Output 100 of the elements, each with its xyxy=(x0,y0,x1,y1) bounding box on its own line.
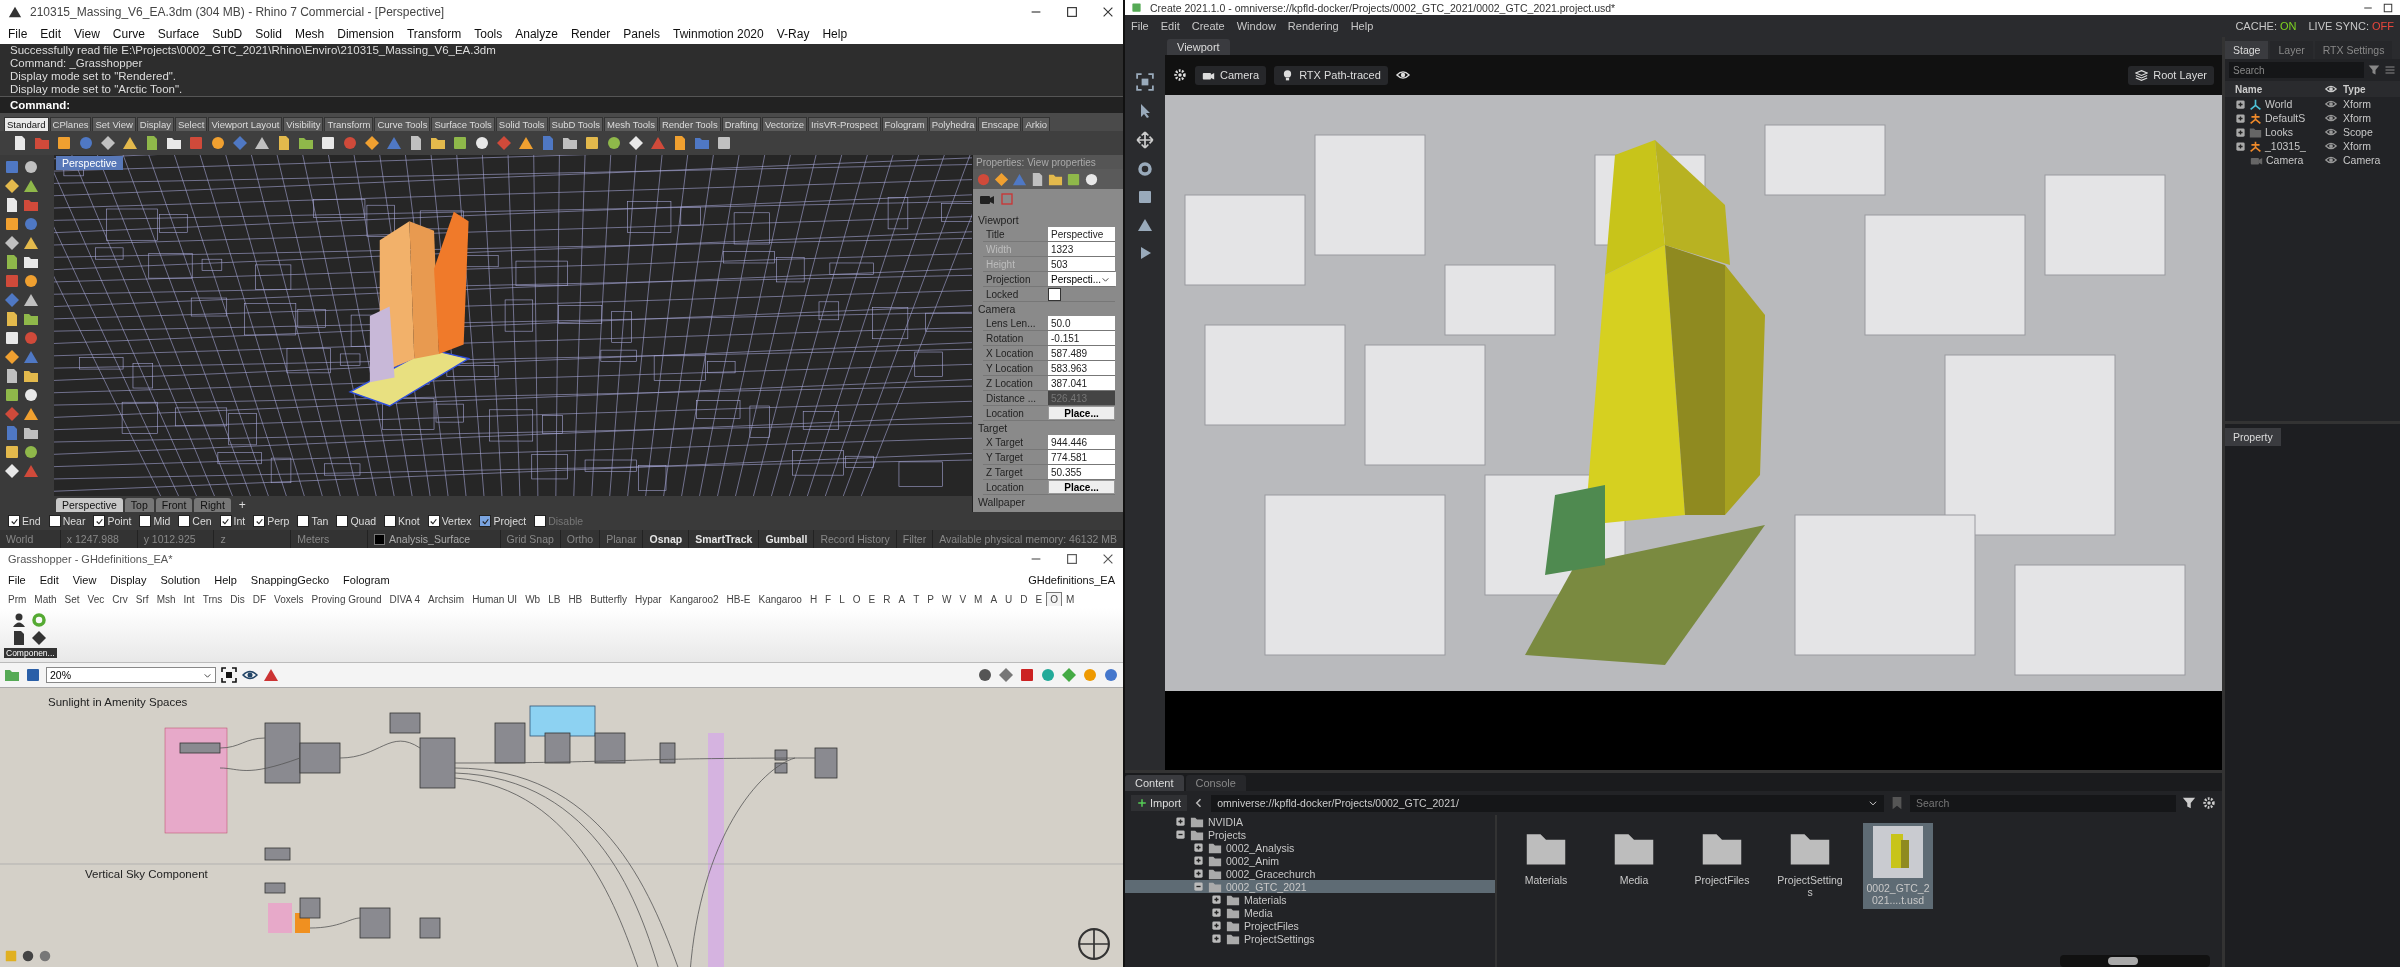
menu-item[interactable]: Solid xyxy=(255,27,282,41)
toolbar-tab[interactable]: Solid Tools xyxy=(495,117,548,131)
osnap-checkbox[interactable]: Point xyxy=(93,515,132,527)
component-node[interactable] xyxy=(264,847,291,861)
triangle-icon[interactable] xyxy=(23,292,39,308)
navigation-compass-icon[interactable] xyxy=(1077,927,1111,961)
file-tile[interactable]: ProjectSettings xyxy=(1775,823,1845,901)
folder-tree-item[interactable]: ProjectSettings xyxy=(1125,932,1495,945)
component-tab[interactable]: P xyxy=(923,591,938,607)
toolbar-tab[interactable]: Curve Tools xyxy=(374,117,431,131)
menu-item[interactable]: Render xyxy=(570,27,611,41)
eye-icon[interactable] xyxy=(1395,68,1410,82)
folder-tree-item[interactable]: Materials xyxy=(1125,893,1495,906)
frame-icon[interactable] xyxy=(221,667,237,683)
component-tab[interactable]: Prm xyxy=(4,591,31,607)
diamond-icon[interactable] xyxy=(4,463,20,479)
component-tab[interactable]: A xyxy=(986,591,1002,607)
folder-tree-item[interactable]: Projects xyxy=(1125,828,1495,841)
component-node[interactable] xyxy=(299,897,321,919)
component-tab[interactable]: Math xyxy=(30,591,61,607)
filter-icon[interactable] xyxy=(2182,796,2196,810)
circle-icon[interactable] xyxy=(977,667,993,683)
folder-icon[interactable] xyxy=(298,135,314,151)
expand-icon[interactable] xyxy=(2235,140,2246,152)
panel-node[interactable] xyxy=(529,705,596,737)
eye-icon[interactable] xyxy=(2325,154,2337,166)
folder-icon[interactable] xyxy=(166,135,182,151)
toolbar-tab[interactable]: Fologram xyxy=(881,117,928,131)
expand-icon[interactable] xyxy=(2235,112,2246,124)
expand-icon[interactable] xyxy=(1211,933,1222,944)
square-icon[interactable] xyxy=(1019,667,1035,683)
panel-tab[interactable]: Content xyxy=(1125,775,1184,791)
folder-icon[interactable] xyxy=(23,425,39,441)
component-node[interactable] xyxy=(494,722,526,764)
property-field[interactable]: -0.151 xyxy=(1048,331,1115,345)
folder-tree-item[interactable]: Media xyxy=(1125,906,1495,919)
menu-item[interactable]: Mesh xyxy=(294,27,325,41)
toolbar-tab[interactable]: Enscape xyxy=(978,117,1022,131)
page-icon[interactable] xyxy=(12,135,28,151)
circle-icon[interactable] xyxy=(210,135,226,151)
status-value[interactable]: ON xyxy=(2279,20,2297,32)
circle-icon[interactable] xyxy=(606,135,622,151)
osnap-checkbox[interactable]: Knot xyxy=(384,515,420,527)
diamond-icon[interactable] xyxy=(4,178,20,194)
component-node[interactable] xyxy=(594,732,626,764)
component-tab[interactable]: W xyxy=(937,591,956,607)
component-node[interactable] xyxy=(774,762,788,774)
toolbar-tab[interactable]: Standard xyxy=(4,117,49,131)
component-tab[interactable]: DIVA 4 xyxy=(385,591,424,607)
circle-icon[interactable] xyxy=(1137,161,1153,177)
folder-tree-item[interactable]: ProjectFiles xyxy=(1125,919,1495,932)
camera-button[interactable]: Camera xyxy=(1195,65,1267,85)
property-field[interactable]: 944.446 xyxy=(1048,435,1115,449)
component-node[interactable] xyxy=(264,882,286,894)
circle-icon[interactable] xyxy=(1103,667,1119,683)
property-field[interactable]: 587.489 xyxy=(1048,346,1115,360)
page-icon[interactable] xyxy=(408,135,424,151)
import-button[interactable]: Import xyxy=(1131,795,1188,811)
toolbar-tab[interactable]: Drafting xyxy=(721,117,761,131)
osnap-checkbox[interactable]: Near xyxy=(48,515,86,527)
diamond-icon[interactable] xyxy=(628,135,644,151)
file-tile[interactable]: Media xyxy=(1599,823,1669,889)
diamond-icon[interactable] xyxy=(100,135,116,151)
add-viewport-tab[interactable]: + xyxy=(232,498,252,512)
menu-item[interactable]: Help xyxy=(1350,20,1374,32)
triangle-icon[interactable] xyxy=(122,135,138,151)
render-mode-button[interactable]: RTX Path-traced xyxy=(1274,65,1388,85)
component-node[interactable] xyxy=(544,732,571,764)
component-tab[interactable]: LB xyxy=(544,591,565,607)
component-tab[interactable]: Kangaroo xyxy=(754,591,806,607)
collapse-icon[interactable] xyxy=(1175,829,1186,840)
property-field[interactable]: 50.355 xyxy=(1048,465,1115,479)
eye-icon[interactable] xyxy=(2325,126,2337,138)
toolbar-tab[interactable]: Surface Tools xyxy=(431,117,495,131)
component-node[interactable] xyxy=(419,737,456,789)
component-tab[interactable]: Vec xyxy=(83,591,109,607)
toolbar-tab[interactable]: Select xyxy=(174,117,208,131)
select-icon[interactable] xyxy=(1136,73,1154,91)
component-tab[interactable]: DF xyxy=(248,591,271,607)
diamond-icon[interactable] xyxy=(364,135,380,151)
toolbar-tab[interactable]: Render Tools xyxy=(658,117,721,131)
menu-item[interactable]: V-Ray xyxy=(776,27,810,41)
expand-icon[interactable] xyxy=(1193,868,1204,879)
component-node[interactable] xyxy=(419,917,441,939)
osnap-checkbox[interactable]: Int xyxy=(219,515,246,527)
settings-icon[interactable] xyxy=(1173,68,1187,82)
square-icon[interactable] xyxy=(320,135,336,151)
person-icon[interactable] xyxy=(11,612,28,628)
component-tab[interactable]: Kangaroo2 xyxy=(665,591,723,607)
viewport-tab[interactable]: Perspective xyxy=(56,498,123,512)
component-tab[interactable]: Dis xyxy=(226,591,249,607)
prim-name[interactable]: _10315_ xyxy=(2265,140,2306,152)
component-tab[interactable]: Voxels xyxy=(270,591,308,607)
folder-tree-item[interactable]: NVIDIA xyxy=(1125,815,1495,828)
component-tab[interactable]: L xyxy=(835,591,849,607)
page-icon[interactable] xyxy=(4,197,20,213)
component-tab[interactable]: HB-E xyxy=(722,591,755,607)
search-field[interactable]: Search xyxy=(2229,62,2364,78)
file-tile[interactable]: Materials xyxy=(1511,823,1581,889)
square-icon[interactable] xyxy=(4,387,20,403)
